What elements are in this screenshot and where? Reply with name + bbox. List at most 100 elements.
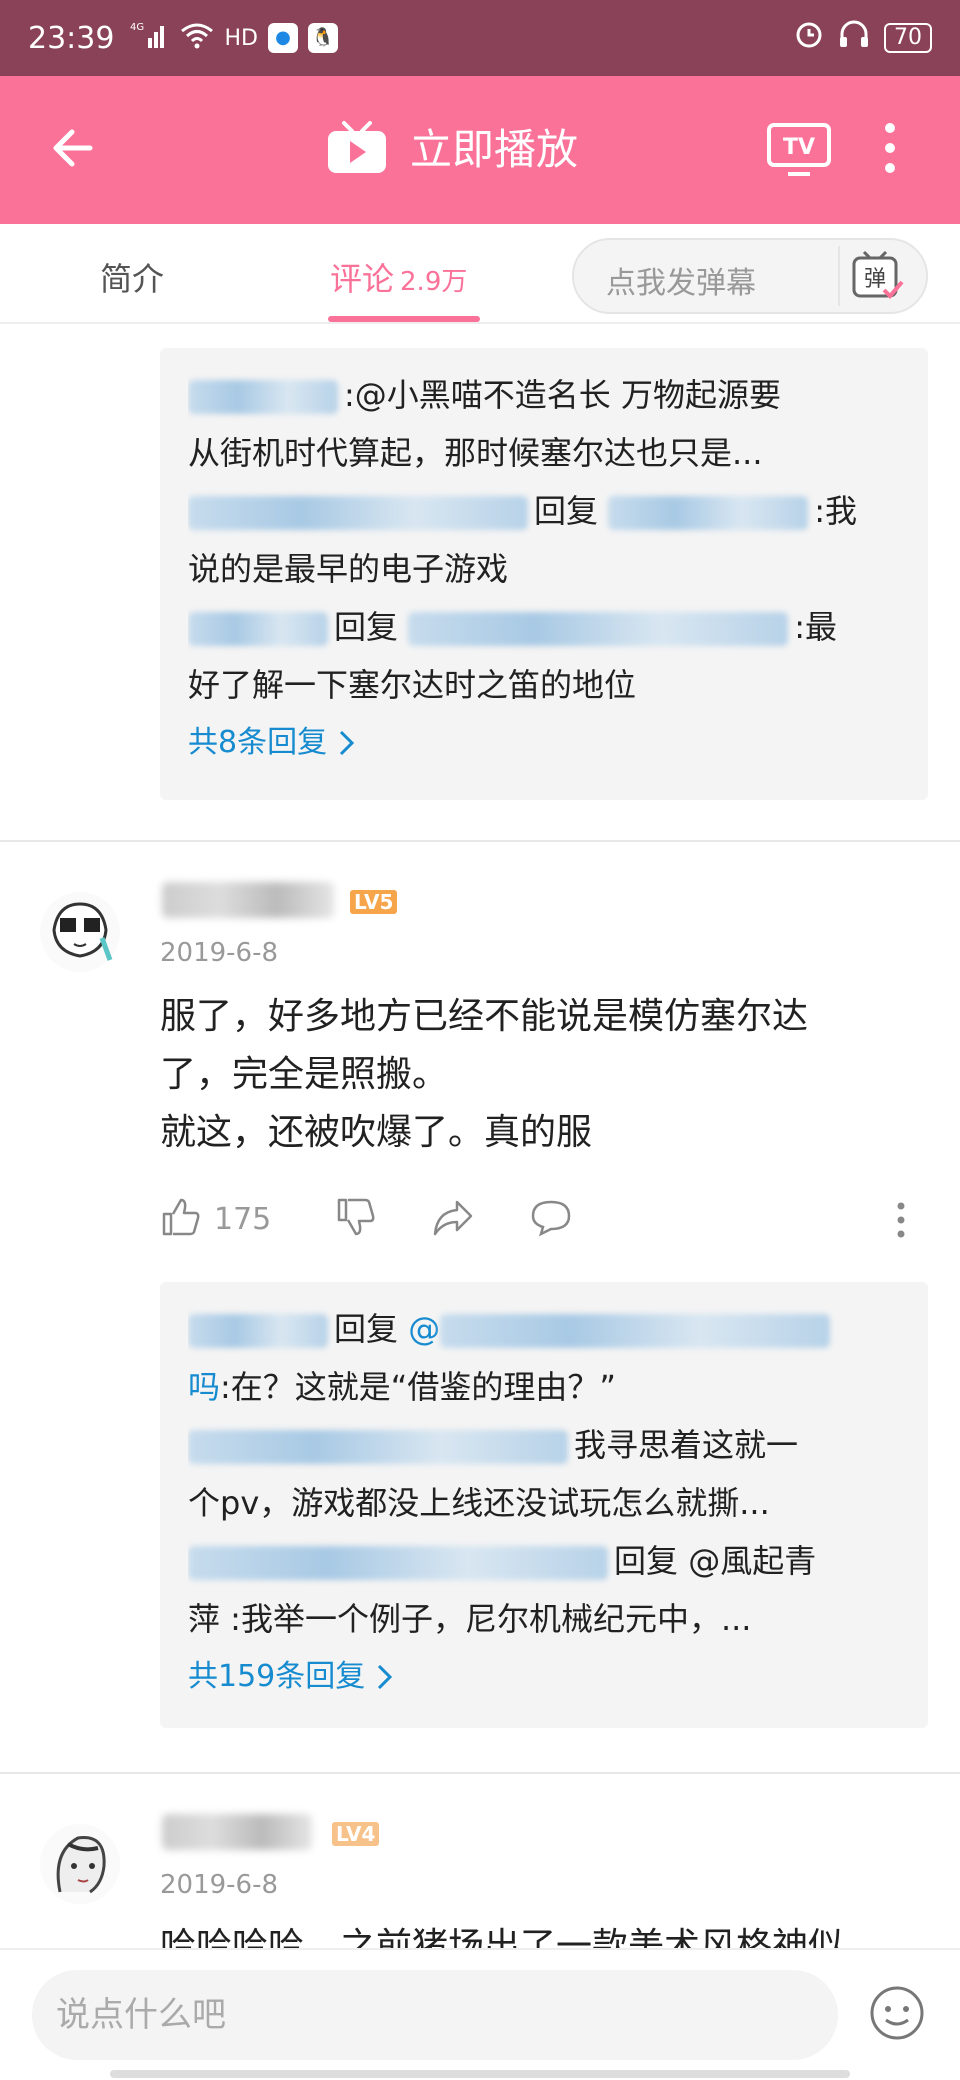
status-right: 70 <box>794 19 932 57</box>
status-bar: 23:39 4G HD ● 🐧 70 <box>0 0 960 76</box>
blurred-username[interactable] <box>162 882 334 918</box>
reply-text: 我寻思着这就一 <box>574 1426 799 1464</box>
active-tab-indicator <box>328 316 480 322</box>
comment-divider <box>0 1772 960 1774</box>
reply-text: :在？这就是“借鉴的理由？” <box>220 1368 616 1406</box>
reply-text: :@小黑喵不造名长 万物起源要 <box>344 376 781 414</box>
comment-body: 哈哈哈哈，之前猪场出了一款美术风格神似 <box>160 1926 845 1948</box>
reply-line: 个pv，游戏都没上线还没试玩怎么就撕... <box>188 1474 900 1532</box>
comment-body: 服了，好多地方已经不能说是模仿塞尔达 了，完全是照搬。 就这，还被吹爆了。真的服 <box>160 996 809 1153</box>
reply-button[interactable] <box>529 1196 573 1242</box>
headphone-icon <box>838 19 870 57</box>
signal-icon: 4G <box>130 20 170 56</box>
home-indicator <box>110 2070 850 2078</box>
blurred-mention <box>608 496 809 530</box>
reply-line: :@小黑喵不造名长 万物起源要 <box>188 366 900 424</box>
battery-indicator: 70 <box>884 23 932 53</box>
reply-line: 好了解一下塞尔达时之笛的地位 <box>188 656 900 714</box>
reply-text: 说的是最早的电子游戏 <box>188 550 509 588</box>
blurred-username <box>188 1546 608 1580</box>
reply-line: 回复 @ <box>188 1300 900 1358</box>
reply-label: 回复 <box>334 1310 399 1348</box>
share-button[interactable] <box>431 1196 475 1242</box>
blurred-username <box>188 1430 568 1464</box>
reply-line: 萍 :我举一个例子，尼尔机械纪元中，... <box>188 1590 900 1648</box>
svg-text:4G: 4G <box>130 22 144 33</box>
tab-bar: 简介 评论 2.9万 点我发弹幕 弹 <box>0 224 960 324</box>
share-icon <box>434 1200 473 1236</box>
avatar[interactable] <box>38 1822 122 1906</box>
thumbs-up-icon <box>162 1198 200 1236</box>
mention-link[interactable]: 吗 <box>188 1368 220 1406</box>
svg-text:TV: TV <box>783 135 815 160</box>
mention-link[interactable]: @ <box>408 1310 440 1348</box>
total-replies-label: 共8条回复 <box>188 725 328 760</box>
view-all-replies-link[interactable]: 共8条回复 <box>188 714 900 772</box>
chevron-right-icon <box>378 1664 393 1690</box>
reply-text: :最 <box>794 608 837 646</box>
blurred-username <box>188 612 328 646</box>
avatar-girl-icon <box>40 1824 120 1904</box>
reply-line: 回复 :我 <box>188 482 900 540</box>
back-button[interactable] <box>48 120 104 176</box>
tv-play-icon <box>328 120 386 173</box>
avatar[interactable] <box>38 890 122 974</box>
like-count: 175 <box>214 1201 272 1237</box>
more-options-button[interactable] <box>880 120 900 180</box>
thumbs-down-icon <box>338 1198 375 1236</box>
blurred-mention <box>440 1314 831 1348</box>
comment-input-bar: 说点什么吧 <box>0 1948 960 2080</box>
blurred-mention <box>408 612 789 646</box>
back-arrow-icon <box>53 129 93 167</box>
comment-more-button[interactable] <box>894 1200 908 1244</box>
chevron-right-icon <box>340 730 355 756</box>
hd-label: HD <box>224 25 258 51</box>
notification-app-icon: ● <box>267 23 298 53</box>
status-icons: 4G HD ● 🐧 <box>130 20 338 56</box>
app-bar: 立即播放 TV <box>0 76 960 224</box>
view-all-replies-link[interactable]: 共159条回复 <box>188 1648 900 1706</box>
like-button[interactable] <box>160 1196 202 1242</box>
total-replies-label: 共159条回复 <box>188 1659 366 1694</box>
reply-line: 说的是最早的电子游戏 <box>188 540 900 598</box>
danmaku-icon: 弹 <box>852 250 904 299</box>
status-time: 23:39 <box>28 20 115 56</box>
reply-label: 回复 <box>334 608 399 646</box>
blurred-username[interactable] <box>162 1814 312 1850</box>
reply-text: 好了解一下塞尔达时之笛的地位 <box>188 666 637 704</box>
danmaku-icon-label: 弹 <box>864 267 886 292</box>
reply-text: 从街机时代算起，那时候塞尔达也只是... <box>188 434 763 472</box>
blurred-username <box>188 380 338 414</box>
reply-text: :我 <box>814 492 857 530</box>
reply-thread-2[interactable]: 回复 @ 吗:在？这就是“借鉴的理由？” 我寻思着这就一 个pv，游戏都没上线还… <box>160 1282 928 1728</box>
reply-line: 我寻思着这就一 <box>188 1416 900 1474</box>
blurred-username <box>188 496 528 530</box>
reply-label: 回复 <box>614 1542 679 1580</box>
dislike-button[interactable] <box>335 1196 377 1242</box>
alarm-icon <box>794 19 824 57</box>
danmaku-input[interactable]: 点我发弹幕 弹 <box>572 238 928 314</box>
tv-cast-icon: TV <box>767 123 831 176</box>
cast-tv-button[interactable]: TV <box>766 122 832 180</box>
tab-intro[interactable]: 简介 <box>100 254 164 300</box>
comment-date: 2019-6-8 <box>160 1870 279 1900</box>
comment-date: 2019-6-8 <box>160 938 279 968</box>
comment-bubble-icon <box>532 1200 571 1237</box>
reply-line: 回复 :最 <box>188 598 900 656</box>
page-title: 立即播放 <box>410 125 579 174</box>
emoji-icon <box>870 1986 924 2040</box>
reply-line: 回复 @風起青 <box>188 1532 900 1590</box>
play-now-button[interactable]: 立即播放 <box>326 116 578 177</box>
danmaku-toggle-button[interactable]: 弹 <box>838 246 920 306</box>
reply-line: 从街机时代算起，那时候塞尔达也只是... <box>188 424 900 482</box>
comment-actions: 175 <box>160 1196 627 1242</box>
user-level-badge: LV5 <box>350 890 398 914</box>
comment-input[interactable]: 说点什么吧 <box>32 1970 838 2060</box>
reply-text: 萍 :我举一个例子，尼尔机械纪元中，... <box>188 1600 752 1638</box>
reply-text: 个pv，游戏都没上线还没试玩怎么就撕... <box>188 1484 770 1522</box>
reply-thread-1[interactable]: :@小黑喵不造名长 万物起源要 从街机时代算起，那时候塞尔达也只是... 回复 … <box>160 348 928 800</box>
reply-label: 回复 <box>534 492 599 530</box>
emoji-button[interactable] <box>868 1984 926 2046</box>
tab-comments[interactable]: 评论 2.9万 <box>330 254 467 300</box>
user-level-badge: LV4 <box>332 1822 380 1846</box>
